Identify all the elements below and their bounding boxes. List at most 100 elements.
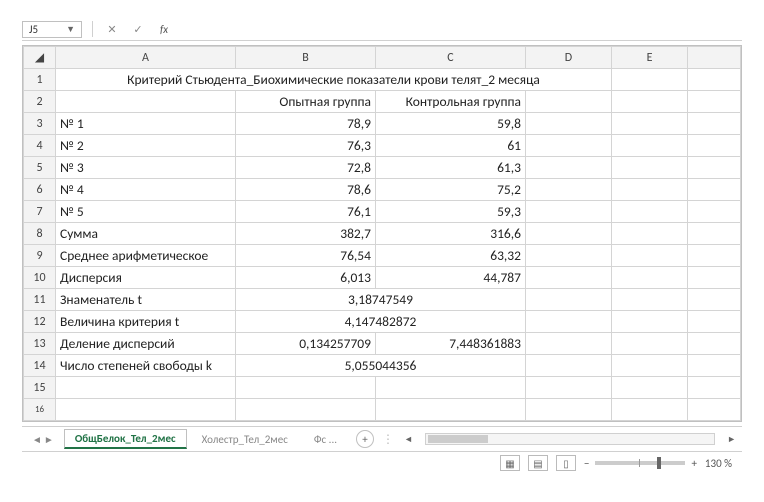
- cell[interactable]: 382,7: [236, 223, 376, 245]
- tab-nav[interactable]: ◄ ►: [26, 433, 60, 446]
- cell[interactable]: 61,3: [376, 157, 526, 179]
- row-header[interactable]: 9: [24, 245, 56, 267]
- cell[interactable]: [688, 157, 741, 179]
- cell[interactable]: [612, 289, 688, 311]
- row-header[interactable]: 6: [24, 179, 56, 201]
- row-header[interactable]: 15: [24, 377, 56, 399]
- cell[interactable]: [688, 333, 741, 355]
- cell[interactable]: 78,6: [236, 179, 376, 201]
- cell[interactable]: 0,134257709: [236, 333, 376, 355]
- cell[interactable]: 76,54: [236, 245, 376, 267]
- cell[interactable]: [526, 157, 612, 179]
- view-normal-icon[interactable]: ▦: [500, 455, 520, 471]
- cell[interactable]: [236, 399, 376, 421]
- cell[interactable]: [612, 399, 688, 421]
- cell[interactable]: Число степеней свободы k: [56, 355, 236, 377]
- cell[interactable]: [612, 355, 688, 377]
- cell[interactable]: [688, 135, 741, 157]
- cell[interactable]: [526, 201, 612, 223]
- chevron-right-icon[interactable]: ►: [44, 433, 54, 446]
- cell[interactable]: [612, 91, 688, 113]
- cell[interactable]: [688, 399, 741, 421]
- cell[interactable]: [688, 377, 741, 399]
- cell[interactable]: [376, 377, 526, 399]
- cell[interactable]: [688, 113, 741, 135]
- cell[interactable]: [612, 135, 688, 157]
- cell[interactable]: Дисперсия: [56, 267, 236, 289]
- row-header[interactable]: 12: [24, 311, 56, 333]
- cell[interactable]: [526, 113, 612, 135]
- row-header[interactable]: 4: [24, 135, 56, 157]
- cell[interactable]: Контрольная группа: [376, 91, 526, 113]
- title-cell[interactable]: Критерий Стьюдента_Биохимические показат…: [56, 69, 612, 91]
- cell[interactable]: 5,055044356: [236, 355, 526, 377]
- col-header-D[interactable]: D: [526, 47, 612, 69]
- cell[interactable]: [526, 355, 612, 377]
- cell[interactable]: 63,32: [376, 245, 526, 267]
- col-header-extra[interactable]: [688, 47, 741, 69]
- row-header[interactable]: 7: [24, 201, 56, 223]
- cell[interactable]: [56, 377, 236, 399]
- cell[interactable]: 44,787: [376, 267, 526, 289]
- row-header[interactable]: 5: [24, 157, 56, 179]
- cell[interactable]: [236, 377, 376, 399]
- cell[interactable]: [688, 223, 741, 245]
- cell[interactable]: [612, 333, 688, 355]
- zoom-slider[interactable]: − +: [584, 457, 697, 470]
- cell[interactable]: [612, 377, 688, 399]
- cell[interactable]: [612, 179, 688, 201]
- cell[interactable]: [56, 399, 236, 421]
- check-icon[interactable]: ✓: [129, 20, 147, 38]
- cell[interactable]: Знаменатель t: [56, 289, 236, 311]
- select-all-corner[interactable]: ◢: [24, 47, 56, 69]
- cell[interactable]: № 1: [56, 113, 236, 135]
- cell[interactable]: 61: [376, 135, 526, 157]
- cell[interactable]: [526, 91, 612, 113]
- cell[interactable]: [56, 91, 236, 113]
- cell[interactable]: 7,448361883: [376, 333, 526, 355]
- col-header-A[interactable]: A: [56, 47, 236, 69]
- row-header[interactable]: 13: [24, 333, 56, 355]
- col-header-C[interactable]: C: [376, 47, 526, 69]
- cell[interactable]: 59,8: [376, 113, 526, 135]
- cancel-icon[interactable]: ✕: [103, 20, 121, 38]
- cell[interactable]: [612, 157, 688, 179]
- cell[interactable]: Среднее арифметическое: [56, 245, 236, 267]
- cell[interactable]: [688, 267, 741, 289]
- cell[interactable]: [526, 245, 612, 267]
- cell[interactable]: 75,2: [376, 179, 526, 201]
- sheet-tab[interactable]: Фс ...: [303, 430, 348, 448]
- row-header[interactable]: 8: [24, 223, 56, 245]
- cell[interactable]: 6,013: [236, 267, 376, 289]
- cell[interactable]: [526, 135, 612, 157]
- cell[interactable]: [526, 223, 612, 245]
- zoom-out-icon[interactable]: −: [584, 457, 589, 470]
- cell[interactable]: 72,8: [236, 157, 376, 179]
- cell[interactable]: 3,18747549: [236, 289, 526, 311]
- cell[interactable]: [526, 267, 612, 289]
- row-header[interactable]: 16: [24, 399, 56, 421]
- row-header[interactable]: 14: [24, 355, 56, 377]
- cell[interactable]: № 5: [56, 201, 236, 223]
- cell[interactable]: 4,147482872: [236, 311, 526, 333]
- add-sheet-button[interactable]: +: [356, 430, 374, 448]
- slider-track[interactable]: [595, 461, 685, 465]
- zoom-level[interactable]: 130 %: [705, 457, 732, 470]
- row-header[interactable]: 11: [24, 289, 56, 311]
- cell[interactable]: № 2: [56, 135, 236, 157]
- slider-thumb[interactable]: [657, 457, 661, 469]
- row-header[interactable]: 2: [24, 91, 56, 113]
- cell[interactable]: [612, 223, 688, 245]
- cell[interactable]: [688, 179, 741, 201]
- cell[interactable]: [526, 399, 612, 421]
- fx-icon[interactable]: fx: [155, 20, 173, 38]
- cell[interactable]: [612, 113, 688, 135]
- cell[interactable]: [612, 69, 688, 91]
- cell[interactable]: [612, 311, 688, 333]
- cell[interactable]: [526, 179, 612, 201]
- col-header-E[interactable]: E: [612, 47, 688, 69]
- sheet-tab-active[interactable]: ОбщБелок_Тел_2мес: [64, 429, 187, 449]
- cell[interactable]: [688, 289, 741, 311]
- cell[interactable]: 78,9: [236, 113, 376, 135]
- cell[interactable]: 76,1: [236, 201, 376, 223]
